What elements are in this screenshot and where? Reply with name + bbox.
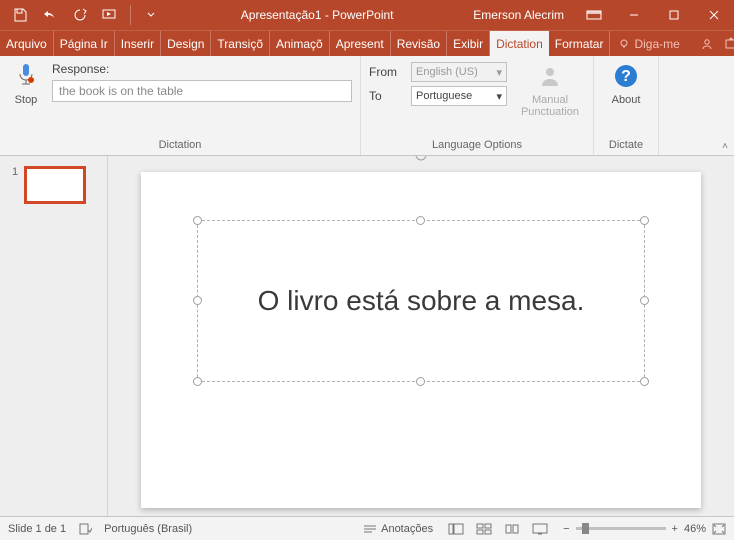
chevron-down-icon: ▾: [496, 66, 502, 79]
customize-qat-icon[interactable]: [139, 3, 163, 27]
resize-handle[interactable]: [193, 377, 202, 386]
redo-icon[interactable]: [68, 3, 92, 27]
close-icon[interactable]: [694, 0, 734, 30]
language-options-group: From English (US)▾ To Portuguese▾ Manual…: [361, 56, 594, 155]
to-label: To: [369, 89, 405, 103]
undo-icon[interactable]: [38, 3, 62, 27]
dictate-group: ? About Dictate: [594, 56, 659, 155]
account-name[interactable]: Emerson Alecrim: [463, 8, 574, 22]
window-title: Apresentação1 - PowerPoint: [171, 8, 463, 22]
fit-to-window-icon[interactable]: [712, 523, 726, 535]
quick-access-toolbar: [0, 3, 171, 27]
about-button[interactable]: ? About: [602, 62, 650, 106]
save-icon[interactable]: [8, 3, 32, 27]
tab-formatar[interactable]: Formatar: [549, 31, 611, 56]
dictation-group-label: Dictation: [0, 139, 360, 155]
collapse-ribbon-icon[interactable]: ˄: [722, 141, 728, 152]
tab-exibir[interactable]: Exibir: [447, 31, 490, 56]
stop-label: Stop: [15, 94, 38, 106]
signin-icon[interactable]: [700, 37, 714, 51]
help-icon: ?: [612, 62, 640, 90]
notes-button[interactable]: Anotações: [363, 523, 433, 535]
zoom-slider-thumb[interactable]: [582, 523, 589, 534]
response-input[interactable]: [52, 80, 352, 102]
resize-handle[interactable]: [416, 216, 425, 225]
dictate-group-label: Dictate: [594, 139, 658, 155]
maximize-icon[interactable]: [654, 0, 694, 30]
tab-apresentacao[interactable]: Apresent: [330, 31, 391, 56]
tab-transicoes[interactable]: Transiçõ: [211, 31, 270, 56]
resize-handle[interactable]: [640, 216, 649, 225]
zoom-slider[interactable]: [576, 527, 666, 530]
tab-pagina-inicial[interactable]: Página Ir: [54, 31, 115, 56]
ribbon-tabs: Arquivo Página Ir Inserir Design Transiç…: [0, 30, 734, 56]
resize-handle[interactable]: [640, 377, 649, 386]
tab-arquivo[interactable]: Arquivo: [0, 31, 54, 56]
resize-handle[interactable]: [640, 296, 649, 305]
to-language-select[interactable]: Portuguese▾: [411, 86, 507, 106]
slide-thumbnails-pane[interactable]: 1: [0, 156, 108, 516]
textbox-text[interactable]: O livro está sobre a mesa.: [258, 285, 585, 317]
title-textbox[interactable]: O livro está sobre a mesa.: [197, 220, 645, 382]
rotate-handle-icon[interactable]: [414, 156, 428, 162]
start-from-beginning-icon[interactable]: [98, 3, 122, 27]
work-area: 1 O livro está sobre a mesa.: [0, 156, 734, 516]
tab-animacoes[interactable]: Animaçõ: [270, 31, 330, 56]
tab-revisao[interactable]: Revisão: [391, 31, 447, 56]
tab-design[interactable]: Design: [161, 31, 211, 56]
person-icon: [536, 62, 564, 90]
chevron-down-icon: ▾: [496, 90, 502, 103]
notes-icon: [363, 524, 377, 534]
about-label: About: [612, 94, 641, 106]
resize-handle[interactable]: [193, 296, 202, 305]
slide-canvas[interactable]: O livro está sobre a mesa.: [108, 156, 734, 516]
spellcheck-icon[interactable]: [78, 522, 92, 536]
zoom-controls: − + 46%: [563, 523, 726, 535]
from-language-select[interactable]: English (US)▾: [411, 62, 507, 82]
notes-label: Anotações: [381, 523, 433, 535]
minimize-icon[interactable]: [614, 0, 654, 30]
slide-sorter-view-icon[interactable]: [473, 520, 495, 538]
ribbon: Stop Response: Dictation From English (U…: [0, 56, 734, 156]
share-icon[interactable]: [724, 37, 734, 51]
tell-me-label: Diga-me: [634, 37, 679, 51]
status-bar: Slide 1 de 1 Português (Brasil) Anotaçõe…: [0, 516, 734, 540]
resize-handle[interactable]: [193, 216, 202, 225]
zoom-level[interactable]: 46%: [684, 523, 706, 535]
manual-punctuation-label: Manual Punctuation: [515, 94, 585, 118]
title-bar: Apresentação1 - PowerPoint Emerson Alecr…: [0, 0, 734, 30]
zoom-out-button[interactable]: −: [563, 523, 569, 535]
language-indicator[interactable]: Português (Brasil): [104, 523, 192, 535]
microphone-icon: [12, 62, 40, 90]
lightbulb-icon: [618, 38, 630, 50]
zoom-in-button[interactable]: +: [672, 523, 678, 535]
slide-indicator[interactable]: Slide 1 de 1: [8, 523, 66, 535]
dictation-group: Stop Response: Dictation: [0, 56, 361, 155]
tell-me-search[interactable]: Diga-me: [610, 31, 687, 56]
reading-view-icon[interactable]: [501, 520, 523, 538]
language-options-group-label: Language Options: [361, 139, 593, 155]
resize-handle[interactable]: [416, 377, 425, 386]
ribbon-display-options-icon[interactable]: [574, 0, 614, 30]
slide-thumbnail-1[interactable]: [24, 166, 86, 204]
slide[interactable]: O livro está sobre a mesa.: [141, 172, 701, 508]
tab-inserir[interactable]: Inserir: [115, 31, 161, 56]
manual-punctuation-button[interactable]: Manual Punctuation: [515, 62, 585, 118]
stop-button[interactable]: Stop: [8, 62, 44, 106]
view-buttons: [445, 520, 551, 538]
thumbnail-number: 1: [12, 166, 18, 506]
normal-view-icon[interactable]: [445, 520, 467, 538]
slideshow-view-icon[interactable]: [529, 520, 551, 538]
svg-text:?: ?: [621, 68, 631, 85]
tab-dictation[interactable]: Dictation: [490, 31, 549, 56]
from-label: From: [369, 65, 405, 79]
response-label: Response:: [52, 62, 352, 76]
